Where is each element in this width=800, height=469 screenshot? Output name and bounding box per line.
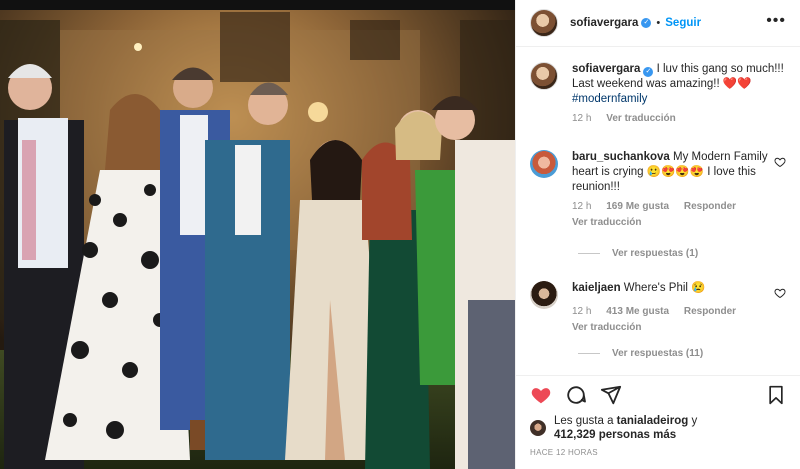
comment-heart-icon[interactable] [774, 156, 786, 168]
comment-likes[interactable]: 169 Me gusta [606, 201, 669, 212]
view-replies-label[interactable]: Ver respuestas (1) [612, 248, 698, 259]
comment-translate[interactable]: Ver traducción [572, 215, 772, 230]
commenter-username[interactable]: baru_suchankova [572, 151, 670, 163]
author-username[interactable]: sofiavergara [570, 17, 638, 29]
comment-text: Where's Phil 😢 [623, 282, 706, 294]
reply-button[interactable]: Responder [684, 201, 736, 212]
commenter-username[interactable]: kaieljaen [572, 282, 621, 294]
view-replies-link[interactable]: Ver respuestas (11) [578, 348, 703, 359]
caption-time[interactable]: 12 h [572, 113, 591, 124]
replies-divider [578, 353, 600, 354]
follow-button[interactable]: Seguir [665, 17, 701, 29]
verified-icon: ✓ [643, 67, 654, 77]
hashtag-link[interactable]: #modernfamily [572, 93, 647, 105]
caption-translate[interactable]: Ver traducción [606, 113, 675, 124]
verified-icon: ✓ [641, 18, 652, 28]
posted-time[interactable]: HACE 12 HORAS [516, 442, 800, 457]
action-icons [516, 376, 800, 408]
caption-username[interactable]: sofiavergara [572, 63, 640, 75]
replies-divider [578, 253, 600, 254]
bookmark-icon[interactable] [766, 384, 786, 406]
commenter-avatar[interactable] [530, 281, 558, 309]
share-icon[interactable] [600, 384, 622, 406]
comment-heart-icon[interactable] [774, 287, 786, 299]
commenter-avatar[interactable] [530, 150, 558, 178]
likes-count[interactable]: 412,329 personas más [554, 429, 676, 441]
caption-avatar[interactable] [530, 62, 558, 90]
view-replies-label[interactable]: Ver respuestas (11) [612, 348, 703, 359]
comment-item: baru_suchankova My Modern Family heart i… [530, 150, 786, 230]
more-icon[interactable]: ••• [766, 13, 786, 29]
instagram-post: sofiavergara ✓ • Seguir ••• sofiavergara… [0, 0, 800, 469]
post-photo[interactable] [0, 0, 515, 469]
comment-meta: 12 h 169 Me gusta Responder [572, 199, 772, 214]
heart-icon[interactable] [530, 384, 552, 406]
caption-meta: 12 h Ver traducción [572, 111, 786, 126]
comment-meta: 12 h 413 Me gusta Responder [572, 304, 772, 319]
comment-likes[interactable]: 413 Me gusta [606, 306, 669, 317]
liker-username[interactable]: tanialadeirog [617, 415, 689, 427]
caption-body: sofiavergara ✓ I luv this gang so much!!!… [572, 62, 786, 126]
separator-dot: • [656, 17, 661, 29]
comment-body: baru_suchankova My Modern Family heart i… [572, 150, 772, 230]
likes-summary: Les gusta a tanialadeirog y 412,329 pers… [516, 408, 800, 442]
comments-list[interactable]: sofiavergara ✓ I luv this gang so much!!!… [516, 48, 800, 373]
comment-time[interactable]: 12 h [572, 306, 591, 317]
photo-illustration [0, 0, 515, 469]
post-side-panel: sofiavergara ✓ • Seguir ••• sofiavergara… [515, 0, 800, 469]
view-replies-link[interactable]: Ver respuestas (1) [578, 248, 698, 259]
comment-icon[interactable] [565, 384, 587, 406]
post-header: sofiavergara ✓ • Seguir ••• [516, 0, 800, 47]
comment-body: kaieljaen Where's Phil 😢 12 h 413 Me gus… [572, 281, 772, 335]
caption-item: sofiavergara ✓ I luv this gang so much!!!… [530, 62, 786, 126]
likes-prefix: Les gusta a [554, 415, 614, 427]
liker-avatar[interactable] [530, 420, 546, 436]
author-block: sofiavergara ✓ • Seguir [570, 17, 701, 29]
author-avatar[interactable] [530, 9, 558, 37]
reply-button[interactable]: Responder [684, 306, 736, 317]
comment-time[interactable]: 12 h [572, 201, 591, 212]
likes-text: Les gusta a tanialadeirog y 412,329 pers… [554, 414, 697, 442]
comment-item: kaieljaen Where's Phil 😢 12 h 413 Me gus… [530, 281, 786, 335]
comment-translate[interactable]: Ver traducción [572, 320, 772, 335]
likes-and: y [691, 415, 698, 427]
post-actions: Les gusta a tanialadeirog y 412,329 pers… [516, 375, 800, 469]
